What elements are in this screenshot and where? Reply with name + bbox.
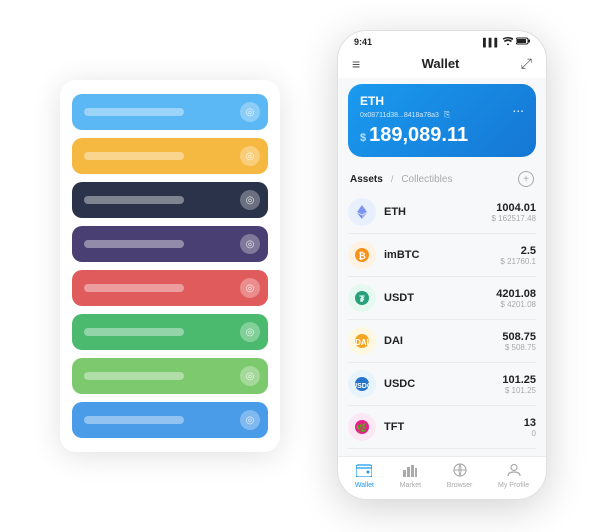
- eth-card-address: 0x08711d38...8418a78a3 ⎘: [360, 110, 450, 120]
- usdc-asset-usd: $ 101.25: [502, 386, 536, 395]
- page-title: Wallet: [422, 56, 460, 71]
- dai-asset-amounts: 508.75 $ 508.75: [502, 331, 536, 352]
- tft-asset-amount: 13: [524, 417, 536, 429]
- imbtc-asset-amounts: 2.5 $ 21760.1: [500, 245, 536, 266]
- assets-tab-collectibles[interactable]: Collectibles: [401, 174, 452, 185]
- eth-card: ETH 0x08711d38...8418a78a3 ⎘ ... $189,08…: [348, 84, 536, 157]
- imbtc-asset-icon: ₿: [348, 241, 376, 269]
- svg-text:🌿: 🌿: [356, 422, 367, 433]
- browser-nav-icon: [453, 463, 467, 480]
- asset-list: ETH 1004.01 $ 162517.48 ₿ imBTC 2.5 $ 21…: [338, 191, 546, 456]
- assets-tabs: Assets / Collectibles: [350, 174, 452, 185]
- eth-asset-amounts: 1004.01 $ 162517.48: [492, 202, 537, 223]
- asset-item-usdc[interactable]: USDC USDC 101.25 $ 101.25: [348, 363, 536, 406]
- menu-icon[interactable]: ≡: [352, 56, 360, 72]
- signal-icon: ▌▌▌: [483, 38, 500, 47]
- bg-card-2: ◎: [72, 182, 268, 218]
- tft-asset-amounts: 13 0: [524, 417, 536, 438]
- bg-card-7: ◎: [72, 402, 268, 438]
- assets-header: Assets / Collectibles +: [338, 163, 546, 191]
- bg-card-5: ◎: [72, 314, 268, 350]
- profile-nav-icon: [507, 463, 521, 480]
- eth-balance: $189,089.11: [360, 124, 524, 147]
- bg-card-0: ◎: [72, 94, 268, 130]
- wallet-nav-icon: [356, 463, 372, 480]
- svg-text:USDC: USDC: [354, 383, 370, 390]
- asset-item-imbtc[interactable]: ₿ imBTC 2.5 $ 21760.1: [348, 234, 536, 277]
- imbtc-asset-name: imBTC: [384, 249, 500, 261]
- eth-more-icon[interactable]: ...: [512, 99, 524, 115]
- wallet-nav-label: Wallet: [355, 482, 374, 489]
- bottom-nav: Wallet Market Browser My Profile: [338, 456, 546, 499]
- expand-icon[interactable]: ⤢: [521, 55, 532, 72]
- tft-asset-icon: 🌿: [348, 413, 376, 441]
- bg-card-1: ◎: [72, 138, 268, 174]
- usdt-asset-icon: ₮: [348, 284, 376, 312]
- dai-asset-icon: DAI: [348, 327, 376, 355]
- copy-icon[interactable]: ⎘: [444, 110, 450, 119]
- assets-separator: /: [391, 174, 394, 184]
- assets-tab-active[interactable]: Assets: [350, 174, 383, 185]
- asset-item-dai[interactable]: DAI DAI 508.75 $ 508.75: [348, 320, 536, 363]
- profile-nav-label: My Profile: [498, 482, 529, 489]
- main-phone: 9:41 ▌▌▌ ≡ Wallet ⤢ ETH 0x08711d38...841…: [337, 30, 547, 500]
- usdt-asset-amounts: 4201.08 $ 4201.08: [496, 288, 536, 309]
- asset-item-eth[interactable]: ETH 1004.01 $ 162517.48: [348, 191, 536, 234]
- status-time: 9:41: [354, 37, 372, 47]
- svg-text:₮: ₮: [359, 294, 365, 304]
- nav-bar: ≡ Wallet ⤢: [338, 51, 546, 78]
- svg-text:DAI: DAI: [355, 338, 369, 347]
- usdt-asset-usd: $ 4201.08: [496, 300, 536, 309]
- eth-card-header: ETH 0x08711d38...8418a78a3 ⎘ ...: [360, 94, 524, 120]
- bg-card-4: ◎: [72, 270, 268, 306]
- usdc-asset-amounts: 101.25 $ 101.25: [502, 374, 536, 395]
- bg-card-6: ◎: [72, 358, 268, 394]
- browser-nav-label: Browser: [447, 482, 473, 489]
- usdc-asset-name: USDC: [384, 378, 502, 390]
- status-bar: 9:41 ▌▌▌: [338, 31, 546, 51]
- bottom-nav-wallet[interactable]: Wallet: [355, 463, 374, 489]
- usdc-asset-icon: USDC: [348, 370, 376, 398]
- tft-asset-name: TFT: [384, 421, 524, 433]
- market-nav-icon: [403, 463, 417, 480]
- usdt-asset-amount: 4201.08: [496, 288, 536, 300]
- asset-item-tft[interactable]: 🌿 TFT 13 0: [348, 406, 536, 449]
- usdt-asset-name: USDT: [384, 292, 496, 304]
- eth-asset-icon: [348, 198, 376, 226]
- market-nav-label: Market: [400, 482, 421, 489]
- background-phone: ◎ ◎ ◎ ◎ ◎ ◎ ◎ ◎: [60, 80, 280, 452]
- dai-asset-usd: $ 508.75: [502, 343, 536, 352]
- bottom-nav-market[interactable]: Market: [400, 463, 421, 489]
- asset-item-usdt[interactable]: ₮ USDT 4201.08 $ 4201.08: [348, 277, 536, 320]
- usdc-asset-amount: 101.25: [502, 374, 536, 386]
- tft-asset-usd: 0: [524, 429, 536, 438]
- imbtc-asset-usd: $ 21760.1: [500, 257, 536, 266]
- wifi-icon: [503, 37, 513, 47]
- bg-card-3: ◎: [72, 226, 268, 262]
- bottom-nav-browser[interactable]: Browser: [447, 463, 473, 489]
- battery-icon: [516, 37, 530, 47]
- status-icons: ▌▌▌: [483, 37, 530, 47]
- eth-asset-name: ETH: [384, 206, 492, 218]
- eth-asset-usd: $ 162517.48: [492, 214, 537, 223]
- svg-text:₿: ₿: [358, 251, 365, 261]
- eth-card-title: ETH: [360, 94, 450, 108]
- eth-card-title-group: ETH 0x08711d38...8418a78a3 ⎘: [360, 94, 450, 120]
- dai-asset-name: DAI: [384, 335, 502, 347]
- eth-asset-amount: 1004.01: [492, 202, 537, 214]
- bottom-nav-profile[interactable]: My Profile: [498, 463, 529, 489]
- dai-asset-amount: 508.75: [502, 331, 536, 343]
- add-asset-button[interactable]: +: [518, 171, 534, 187]
- imbtc-asset-amount: 2.5: [500, 245, 536, 257]
